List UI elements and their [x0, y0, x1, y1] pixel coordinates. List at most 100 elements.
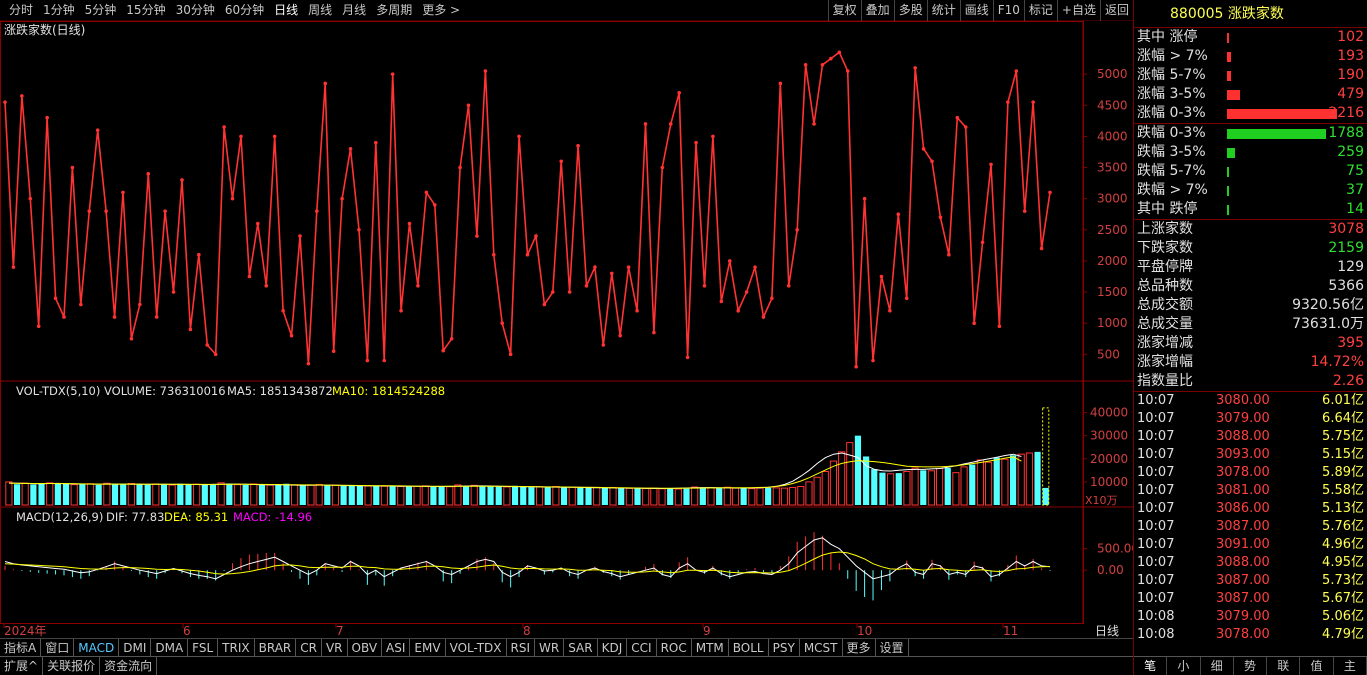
data-point [205, 343, 210, 347]
indicator-tab[interactable]: RSI [507, 639, 536, 657]
dif-line [4, 537, 1051, 580]
stat-row: 涨家增幅 14.72% [1134, 353, 1367, 372]
volume-bar [62, 483, 70, 505]
tool-button[interactable]: 标记 [1023, 0, 1057, 21]
panel-tab[interactable]: 值 [1300, 657, 1334, 675]
volume-bar [315, 483, 323, 506]
data-point [146, 171, 151, 176]
data-point [727, 259, 732, 263]
period-tab[interactable]: 15分钟 [121, 0, 170, 21]
data-point [609, 271, 614, 276]
volume-bar [503, 486, 511, 506]
indicator-tab[interactable]: 更多 [843, 639, 876, 657]
period-tab[interactable]: 日线 [269, 0, 303, 21]
tick-volume: 5.75亿 [1322, 429, 1364, 444]
stat-row: 涨家增减 395 [1134, 334, 1367, 353]
period-tab[interactable]: 5分钟 [80, 0, 122, 21]
tick-price: 3078.00 [1216, 465, 1270, 480]
period-tab[interactable]: 30分钟 [171, 0, 220, 21]
indicator-tab[interactable]: MCST [800, 639, 843, 657]
panel-tab[interactable]: 小 [1167, 657, 1201, 675]
panel-tab[interactable]: 联 [1267, 657, 1301, 675]
volume-bar [201, 484, 208, 505]
tick-row[interactable]: 10:07 3087.00 5.73亿 [1134, 572, 1367, 590]
tool-button[interactable]: 复权 [827, 0, 861, 21]
tool-button[interactable]: F10 [992, 0, 1024, 21]
tick-row[interactable]: 10:07 3087.00 5.76亿 [1134, 518, 1367, 536]
indicator-tab[interactable]: PSY [769, 639, 800, 657]
data-point [888, 308, 892, 313]
period-tab[interactable]: 60分钟 [220, 0, 269, 21]
tick-row[interactable]: 10:08 3078.00 4.79亿 [1134, 626, 1367, 644]
macd-dea: DEA: 85.31 [164, 510, 228, 524]
panel-tab[interactable]: 势 [1234, 657, 1268, 675]
indicator-tab[interactable]: WR [535, 639, 565, 657]
tick-row[interactable]: 10:07 3080.00 6.01亿 [1134, 392, 1367, 410]
tool-button[interactable]: +自选 [1056, 0, 1100, 21]
data-point [668, 122, 673, 126]
panel-tab[interactable]: 主 [1334, 657, 1367, 675]
tick-row[interactable]: 10:07 3088.00 4.95亿 [1134, 554, 1367, 572]
data-point [466, 103, 471, 108]
tick-row[interactable]: 10:07 3088.00 5.75亿 [1134, 428, 1367, 446]
indicator-tab[interactable]: CR [296, 639, 322, 657]
volume-bar [879, 472, 886, 505]
panel-tab[interactable]: 笔 [1134, 657, 1168, 675]
period-tab[interactable]: 分时 [4, 0, 38, 21]
tick-row[interactable]: 10:07 3078.00 5.89亿 [1134, 464, 1367, 482]
period-tab[interactable]: 周线 [303, 0, 337, 21]
indicator-tab[interactable]: BRAR [255, 639, 297, 657]
tick-list[interactable]: 10:07 3080.00 6.01亿 10:07 3079.00 6.64亿 10:07 3… [1134, 392, 1367, 644]
indicator-tab[interactable]: FSL [188, 639, 219, 657]
indicator-tab[interactable]: VOL-TDX [446, 639, 507, 657]
volume-bar [291, 484, 299, 506]
indicator-tab[interactable]: CCI [627, 639, 657, 657]
data-point [374, 140, 378, 145]
indicator-tab[interactable]: 指标A [0, 639, 42, 657]
status-tab[interactable]: 资金流向 [100, 657, 158, 675]
indicator-tab[interactable]: 设置 [876, 639, 909, 657]
indicator-tab[interactable]: EMV [410, 639, 446, 657]
indicator-tab[interactable]: KDJ [598, 639, 628, 657]
tick-row[interactable]: 10:07 3079.00 6.64亿 [1134, 410, 1367, 428]
tick-row[interactable]: 10:07 3087.00 5.67亿 [1134, 590, 1367, 608]
indicator-tab[interactable]: BOLL [729, 639, 769, 657]
indicator-tab[interactable]: OBV [348, 639, 383, 657]
volume-bar [528, 487, 535, 505]
panel-tab[interactable]: 细 [1201, 657, 1234, 675]
tick-row[interactable]: 10:07 3081.00 5.58亿 [1134, 482, 1367, 500]
chart-svg[interactable]: 涨跌家数(日线) 500 1000 1500 2000 2500 3000 3500 4000 4… [0, 21, 1139, 638]
period-tab[interactable]: 月线 [337, 0, 371, 21]
indicator-tab[interactable]: DMI [119, 639, 152, 657]
status-tab[interactable]: 关联报价 [43, 657, 101, 675]
tool-button[interactable]: 返回 [1099, 0, 1133, 21]
dist-value: 259 [1337, 144, 1364, 160]
indicator-tab[interactable]: SAR [564, 639, 598, 657]
dist-label: 涨幅 > 7% [1137, 48, 1208, 64]
period-tab[interactable]: 更多 > [417, 0, 465, 21]
volume-bar [993, 457, 1000, 505]
tick-row[interactable]: 10:07 3091.00 4.96亿 [1134, 536, 1367, 554]
tool-button[interactable]: 叠加 [860, 0, 894, 21]
indicator-tab[interactable]: MTM [692, 639, 729, 657]
tool-button[interactable]: 多股 [893, 0, 927, 21]
indicator-tab[interactable]: VR [322, 639, 348, 657]
indicator-tab[interactable]: 窗口 [41, 639, 75, 657]
tool-button[interactable]: 画线 [959, 0, 993, 21]
stat-value: 395 [1337, 335, 1364, 351]
data-point [744, 290, 749, 294]
indicator-tab[interactable]: MACD [74, 639, 120, 657]
period-tab[interactable]: 1分钟 [38, 0, 80, 21]
tool-button[interactable]: 统计 [926, 0, 960, 21]
indicator-tab[interactable]: DMA [151, 639, 189, 657]
tick-row[interactable]: 10:08 3079.00 5.06亿 [1134, 608, 1367, 626]
indicator-tab[interactable]: TRIX [218, 639, 255, 657]
indicator-tab[interactable]: ROC [657, 639, 692, 657]
period-tab[interactable]: 多周期 [371, 0, 417, 21]
chart-area[interactable]: 涨跌家数(日线) 500 1000 1500 2000 2500 3000 3500 4000 4… [0, 21, 1139, 638]
tick-row[interactable]: 10:07 3093.00 5.15亿 [1134, 446, 1367, 464]
tick-row[interactable]: 10:07 3086.00 5.13亿 [1134, 500, 1367, 518]
indicator-tab[interactable]: ASI [382, 639, 411, 657]
status-tab[interactable]: 扩展^ [0, 657, 44, 675]
volume-bar [969, 464, 976, 505]
